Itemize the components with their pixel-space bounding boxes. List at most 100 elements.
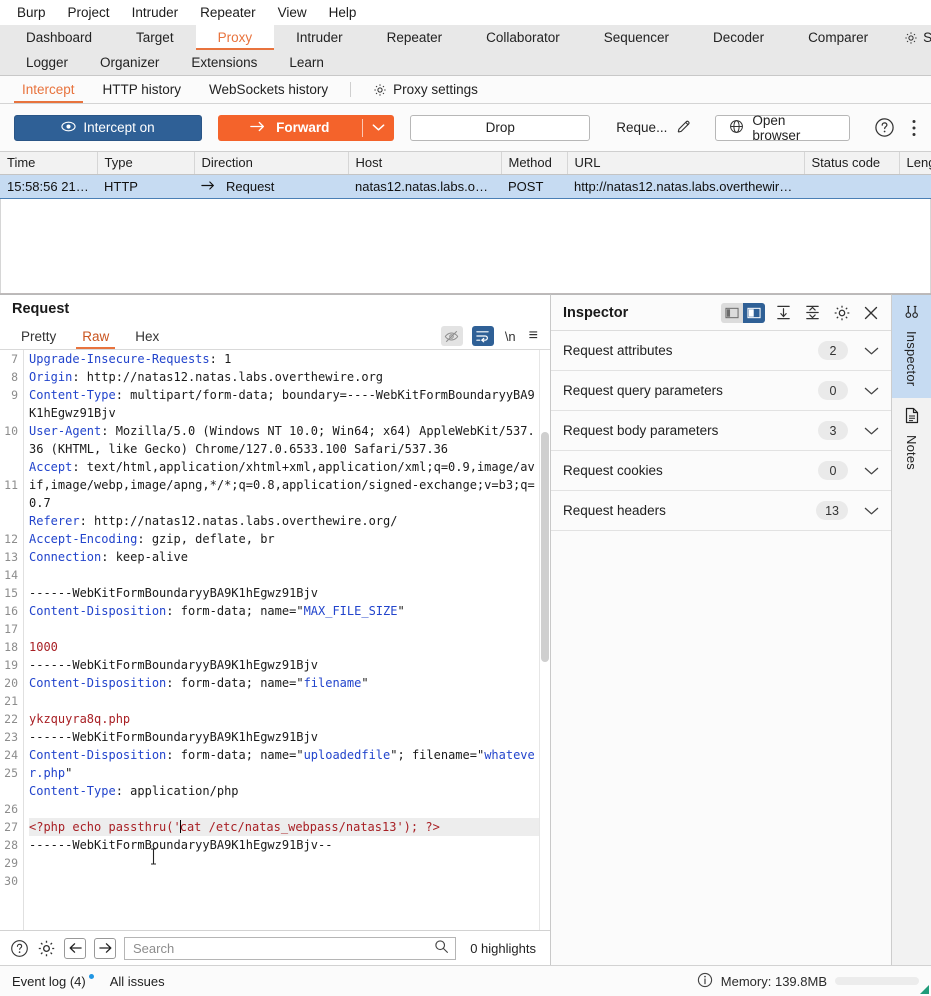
tab-decoder[interactable]: Decoder — [691, 25, 786, 50]
forward-button[interactable]: Forward — [218, 115, 361, 141]
editor-scrollbar-thumb[interactable] — [541, 432, 549, 662]
cell-direction-label: Request — [226, 178, 275, 194]
tab-target[interactable]: Target — [114, 25, 196, 50]
resize-grip-icon[interactable] — [916, 981, 930, 995]
request-editor[interactable]: 7 8 9 10 11 12 13 14 15 16 17 18 19 20 21 22 23 24 25 2… — [0, 349, 550, 930]
line-number: 23 — [4, 730, 18, 744]
forward-divider — [361, 118, 363, 137]
status-event-log[interactable]: Event log (4) — [12, 973, 94, 989]
request-tab-hex[interactable]: Hex — [122, 323, 172, 349]
request-line: ------WebKitFormBoundaryyBA9K1hEgwz91Bjv — [29, 586, 318, 600]
rail-item-notes[interactable]: Notes — [892, 398, 931, 482]
layout-right-icon[interactable] — [743, 302, 765, 323]
eye-slash-icon[interactable] — [440, 326, 463, 346]
pencil-icon[interactable] — [676, 119, 693, 136]
line-number: 22 — [4, 712, 18, 726]
expand-all-icon[interactable] — [773, 303, 794, 323]
question-circle-icon[interactable] — [10, 939, 29, 958]
table-row[interactable]: 15:58:56 21 ... HTTP Request natas12.nat… — [0, 173, 931, 199]
menu-item-help[interactable]: Help — [318, 3, 368, 22]
tab-organizer[interactable]: Organizer — [84, 50, 175, 75]
tab-settings[interactable]: Settings — [890, 25, 931, 50]
tab-logger[interactable]: Logger — [10, 50, 84, 75]
menu-item-burp[interactable]: Burp — [6, 3, 57, 22]
status-all-issues[interactable]: All issues — [110, 974, 165, 989]
memory-bar[interactable] — [835, 977, 919, 985]
column-header-host[interactable]: Host — [348, 152, 502, 175]
tab-extensions[interactable]: Extensions — [175, 50, 273, 75]
sub-tab-websockets-history[interactable]: WebSockets history — [195, 76, 342, 103]
request-editor-content[interactable]: 7 8 9 10 11 12 13 14 15 16 17 18 19 20 21 22 23 24 25 2… — [0, 350, 539, 930]
column-header-type[interactable]: Type — [97, 152, 195, 175]
menu-item-intruder[interactable]: Intruder — [121, 3, 190, 22]
inspector-row-request-cookies[interactable]: Request cookies 0 — [551, 451, 891, 491]
inspector-row-request-headers[interactable]: Request headers 13 — [551, 491, 891, 531]
globe-icon — [729, 119, 744, 137]
hamburger-menu-icon[interactable]: ≡ — [527, 327, 540, 345]
request-line: Content-Type: application/php — [29, 784, 239, 798]
search-box[interactable] — [124, 936, 457, 960]
chevron-down-icon[interactable] — [864, 426, 879, 436]
chevron-down-icon[interactable] — [864, 346, 879, 356]
gear-icon[interactable] — [831, 303, 852, 323]
tab-sequencer[interactable]: Sequencer — [582, 25, 691, 50]
forward-dropdown-button[interactable] — [363, 115, 395, 141]
line-number-spacer — [0, 494, 18, 512]
drop-button[interactable]: Drop — [410, 114, 591, 141]
close-icon[interactable] — [860, 303, 881, 323]
tab-comparer[interactable]: Comparer — [786, 25, 890, 50]
sub-tab-proxy-settings[interactable]: Proxy settings — [359, 76, 492, 103]
request-line: Content-Disposition: form-data; name="up… — [29, 748, 535, 780]
menu-item-project[interactable]: Project — [57, 3, 121, 22]
column-header-length[interactable]: Length — [899, 152, 931, 175]
layout-left-icon[interactable] — [721, 302, 743, 323]
line-number: 16 — [4, 604, 18, 618]
question-circle-icon[interactable] — [874, 117, 895, 138]
tab-learn[interactable]: Learn — [273, 50, 340, 75]
request-tab-raw[interactable]: Raw — [69, 323, 122, 349]
toggle-on-icon — [61, 119, 76, 137]
inspector-row-request-attributes[interactable]: Request attributes 2 — [551, 331, 891, 371]
column-header-method[interactable]: Method — [501, 152, 568, 175]
word-wrap-icon[interactable] — [471, 326, 494, 346]
tab-dashboard[interactable]: Dashboard — [4, 25, 114, 50]
inspector-row-label: Request query parameters — [563, 383, 723, 398]
chevron-down-icon[interactable] — [864, 506, 879, 516]
tab-intruder[interactable]: Intruder — [274, 25, 365, 50]
rail-item-inspector[interactable]: Inspector — [892, 295, 931, 399]
tab-collaborator[interactable]: Collaborator — [464, 25, 582, 50]
column-header-url[interactable]: URL — [567, 152, 805, 175]
newline-icon[interactable]: \n — [503, 329, 518, 344]
column-header-status-code[interactable]: Status code — [804, 152, 900, 175]
tab-repeater[interactable]: Repeater — [365, 25, 465, 50]
search-input[interactable] — [131, 939, 435, 957]
gear-icon[interactable] — [37, 939, 56, 958]
line-number: 20 — [4, 676, 18, 690]
find-previous-button[interactable] — [64, 937, 86, 959]
request-raw-text[interactable]: Upgrade-Insecure-Requests: 1 Origin: http… — [24, 350, 539, 930]
request-line: <?php echo passthru('cat /etc/natas_webp… — [29, 818, 539, 836]
collapse-all-icon[interactable] — [802, 303, 823, 323]
open-browser-button[interactable]: Open browser — [715, 113, 850, 143]
magnifier-icon[interactable] — [434, 939, 449, 957]
request-tab-pretty[interactable]: Pretty — [8, 323, 69, 349]
info-circle-icon[interactable] — [697, 972, 713, 991]
line-number-spacer — [0, 404, 18, 422]
line-number: 10 — [4, 424, 18, 438]
sub-tab-intercept[interactable]: Intercept — [8, 76, 89, 103]
column-header-time[interactable]: Time — [0, 152, 98, 175]
cell-method: POST — [501, 173, 567, 199]
sub-tab-http-history[interactable]: HTTP history — [89, 76, 196, 103]
column-header-direction[interactable]: Direction — [194, 152, 349, 175]
editor-scrollbar-track[interactable] — [539, 350, 550, 930]
find-next-button[interactable] — [94, 937, 116, 959]
tab-proxy[interactable]: Proxy — [195, 25, 275, 50]
inspector-row-request-body-parameters[interactable]: Request body parameters 3 — [551, 411, 891, 451]
intercept-toggle-button[interactable]: Intercept on — [14, 114, 203, 141]
chevron-down-icon[interactable] — [864, 386, 879, 396]
menu-item-repeater[interactable]: Repeater — [189, 3, 267, 22]
inspector-row-request-query-parameters[interactable]: Request query parameters 0 — [551, 371, 891, 411]
menu-item-view[interactable]: View — [267, 3, 318, 22]
more-vertical-icon[interactable] — [911, 118, 917, 138]
chevron-down-icon[interactable] — [864, 466, 879, 476]
